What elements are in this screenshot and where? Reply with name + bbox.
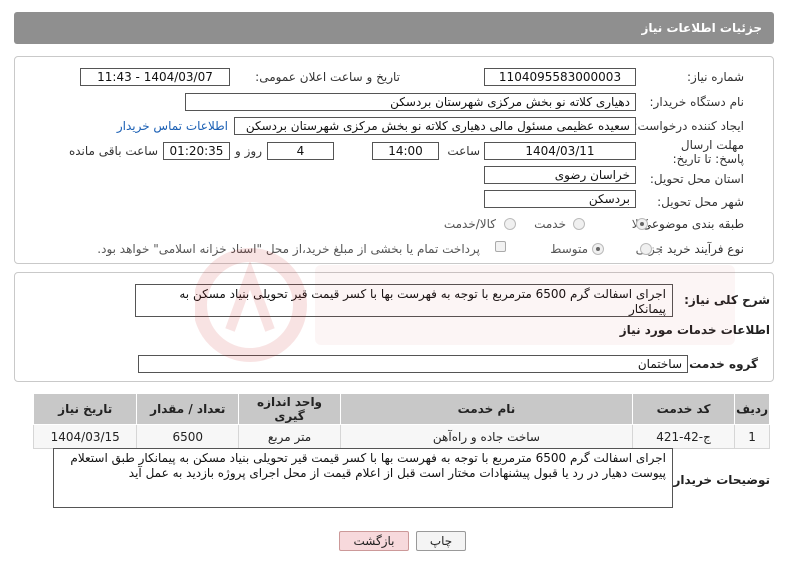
buyer-notes-textarea: اجرای اسفالت گرم 6500 مترمربع با توجه به… (53, 448, 673, 508)
category-option-goods-service: کالا/خدمت (443, 217, 496, 231)
announce-date-label: تاریخ و ساعت اعلان عمومی: (255, 70, 400, 84)
treasury-payment-checkbox[interactable] (495, 241, 506, 252)
cell-quantity: 6500 (136, 424, 240, 449)
creator-label: ایجاد کننده درخواست: (633, 119, 744, 133)
treasury-payment-note: پرداخت تمام یا بخشی از مبلغ خرید،از محل … (97, 242, 480, 256)
services-section-title: اطلاعات خدمات مورد نیاز (619, 323, 770, 337)
col-service-code: کد خدمت (631, 393, 736, 425)
remaining-time-field: 01:20:35 (163, 142, 230, 160)
back-button[interactable]: بازگشت (339, 531, 409, 551)
buyer-org-label: نام دستگاه خریدار: (649, 95, 745, 109)
cell-unit: متر مربع (238, 424, 341, 449)
cell-row-number: 1 (734, 424, 770, 449)
category-goods-radio[interactable] (636, 218, 648, 230)
deadline-time-field: 14:00 (372, 142, 439, 160)
buyer-org-field: دهیاری کلاته نو بخش مرکزی شهرستان بردسکن (185, 93, 636, 111)
city-field: بردسکن (484, 190, 636, 208)
buyer-notes-label: توضیحات خریدار: (668, 473, 770, 487)
col-unit: واحد اندازه گیری (238, 393, 341, 425)
category-service-radio[interactable] (573, 218, 585, 230)
col-quantity: تعداد / مقدار (136, 393, 240, 425)
summary-label: شرح کلی نیاز: (684, 293, 770, 307)
service-group-field: ساختمان (138, 355, 688, 373)
print-button[interactable]: چاپ (416, 531, 466, 551)
deadline-time-label: ساعت (447, 144, 480, 158)
cell-service-name: ساخت جاده و راه‌آهن (339, 424, 634, 449)
days-remaining-field: 4 (267, 142, 334, 160)
deadline-label: مهلت ارسال پاسخ: تا تاریخ: (672, 138, 744, 166)
category-label: طبقه بندی موضوعی: (637, 217, 744, 231)
days-label: روز و (235, 144, 262, 158)
need-number-label: شماره نیاز: (687, 70, 744, 84)
province-label: استان محل تحویل: (649, 172, 744, 186)
process-type-label: نوع فرآیند خرید : (659, 242, 744, 256)
summary-textarea: اجرای اسفالت گرم 6500 مترمربع با توجه به… (135, 284, 673, 317)
remaining-time-label: ساعت باقی مانده (68, 144, 158, 158)
process-option-medium: متوسط (550, 242, 588, 256)
creator-field: سعیده عظیمی مسئول مالی دهیاری کلاته نو ب… (234, 117, 636, 135)
deadline-date-field: 1404/03/11 (484, 142, 636, 160)
services-table: ردیف کد خدمت نام خدمت واحد اندازه گیری ت… (32, 393, 770, 449)
service-group-label: گروه خدمت: (684, 357, 758, 371)
table-row: 1 ج-42-421 ساخت جاده و راه‌آهن متر مربع … (32, 424, 770, 449)
process-minor-radio[interactable] (640, 243, 652, 255)
province-field: خراسان رضوی (484, 166, 636, 184)
buyer-contact-link[interactable]: اطلاعات تماس خریدار (117, 119, 228, 133)
table-header-row: ردیف کد خدمت نام خدمت واحد اندازه گیری ت… (32, 393, 770, 425)
category-option-service: خدمت (534, 217, 566, 231)
cell-need-date: 1404/03/15 (32, 424, 138, 449)
page-title: جزئیات اطلاعات نیاز (14, 12, 774, 44)
city-label: شهر محل تحویل: (657, 195, 744, 209)
need-number-field: 1104095583000003 (484, 68, 636, 86)
col-row-number: ردیف (734, 393, 770, 425)
category-goods-service-radio[interactable] (504, 218, 516, 230)
announce-date-field: 1404/03/07 - 11:43 (80, 68, 230, 86)
col-service-name: نام خدمت (339, 393, 634, 425)
cell-service-code: ج-42-421 (631, 424, 736, 449)
process-medium-radio[interactable] (592, 243, 604, 255)
col-need-date: تاریخ نیاز (32, 393, 138, 425)
